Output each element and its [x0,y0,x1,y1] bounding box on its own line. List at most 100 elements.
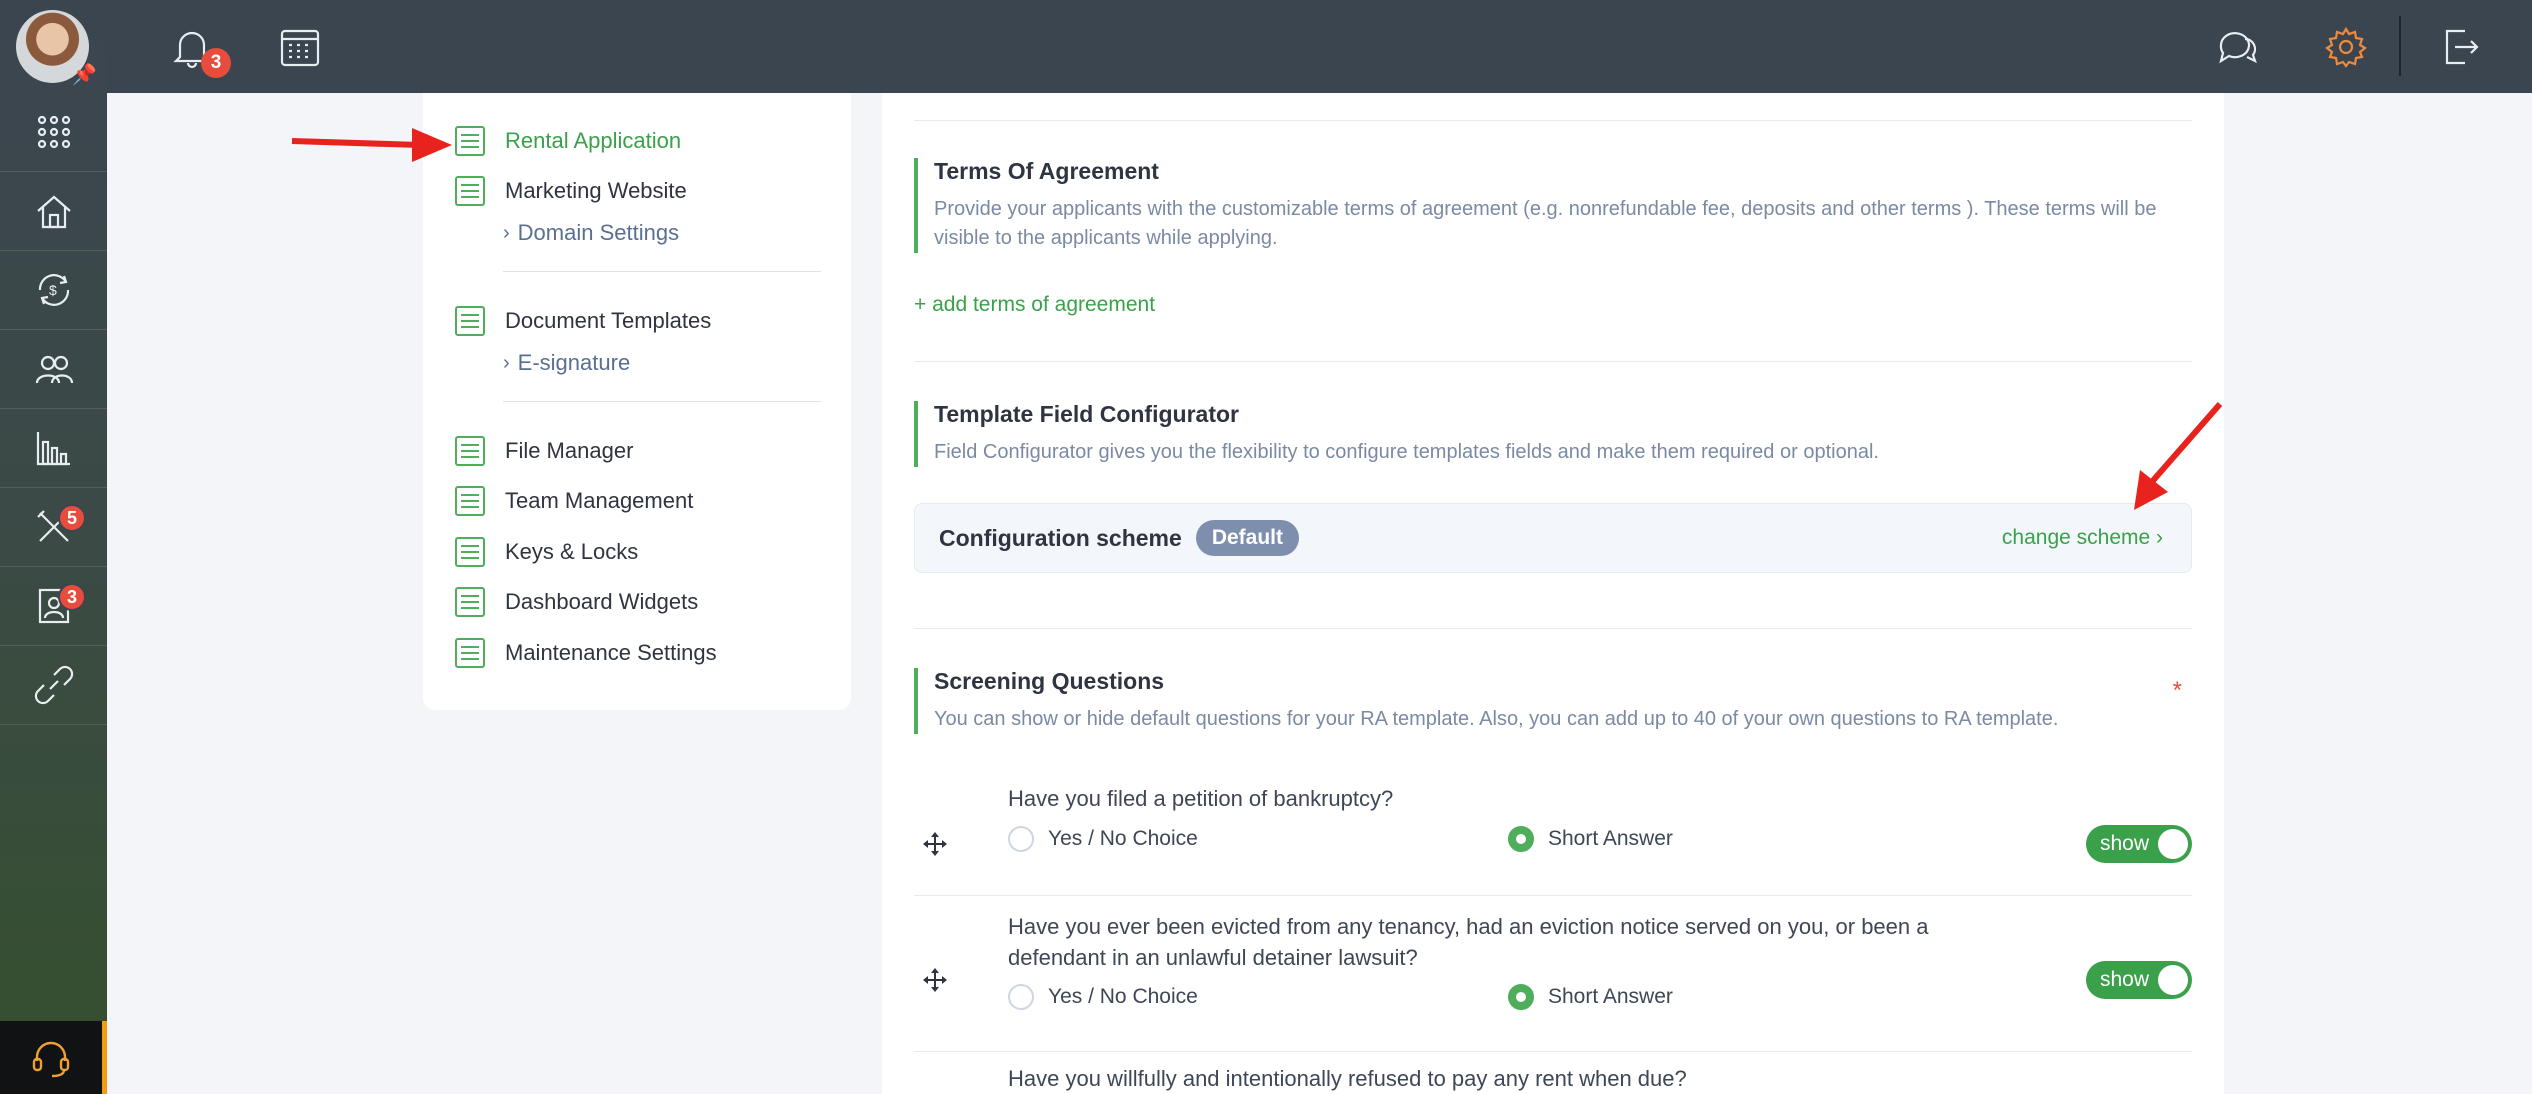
radio-button[interactable] [1008,826,1034,852]
section-description: Field Configurator gives you the flexibi… [934,441,1879,463]
section-title: Screening Questions [934,668,1165,694]
screening-question: Have you filed a petition of bankruptcy?… [914,783,2192,883]
option-label: Short Answer [1548,985,1673,1008]
option-short-answer[interactable]: Short Answer [1508,984,1673,1010]
nav-label: Rental Application [505,128,682,153]
main-content: Terms Of Agreement Provide your applican… [882,93,2224,1094]
toggle-label: show [2100,968,2150,991]
sidebar-badge-tools: 5 [58,504,86,532]
option-short-answer[interactable]: Short Answer [1508,826,1673,852]
configuration-scheme-box: Configuration scheme Default change sche… [914,503,2192,573]
section-divider [914,361,2192,362]
section-description: You can show or hide default questions f… [934,708,2059,730]
nav-label: Keys & Locks [505,539,639,564]
key-icon [455,537,485,567]
option-label: Yes / No Choice [1048,827,1198,850]
logout-icon [2445,29,2479,65]
users-icon [35,355,73,384]
radio-button[interactable] [1008,984,1034,1010]
nav-item-dashboard-widgets[interactable]: Dashboard Widgets [455,582,698,622]
sidebar-item-properties[interactable] [0,172,107,251]
option-label: Short Answer [1548,827,1673,850]
nav-item-maintenance-settings[interactable]: Maintenance Settings [455,633,717,673]
nav-item-keys-locks[interactable]: Keys & Locks [455,532,638,572]
annotation-arrow-left [291,128,452,162]
sidebar-item-integrations[interactable] [0,646,107,725]
chat-icon [2219,32,2257,64]
show-toggle[interactable]: show [2086,825,2192,863]
question-text: Have you filed a petition of bankruptcy? [1008,786,1394,811]
question-text: Have you ever been evicted from any tena… [1008,914,1929,970]
option-yes-no[interactable]: Yes / No Choice [1008,984,1198,1010]
nav-label: Maintenance Settings [505,640,717,665]
sidebar-item-maintenance[interactable]: 5 [0,488,107,567]
option-yes-no[interactable]: Yes / No Choice [1008,826,1198,852]
radio-button[interactable] [1508,826,1534,852]
drag-handle-icon[interactable] [922,967,948,993]
add-terms-link[interactable]: + add terms of agreement [914,293,1155,317]
logout-button[interactable] [2434,20,2488,74]
image-icon [455,176,485,206]
screening-section: Screening Questions You can show or hide… [914,668,2192,734]
nav-sub-e-signature[interactable]: › E-signature [503,350,630,376]
nav-label: Document Templates [505,308,712,333]
settings-nav: Rental Application Marketing Website › D… [423,93,851,710]
gear-icon [2325,26,2367,68]
nav-label: Marketing Website [505,178,687,203]
nav-label: File Manager [505,438,634,463]
question-divider [914,1051,2192,1052]
sidebar-item-apps[interactable] [0,93,107,172]
scheme-label: Configuration scheme [939,524,1182,551]
sidebar-item-people[interactable] [0,330,107,409]
maintenance-gear-icon [455,638,485,668]
sidebar-item-contacts[interactable]: 3 [0,567,107,646]
nav-item-file-manager[interactable]: File Manager [455,431,633,471]
question-divider [914,895,2192,896]
bar-chart-icon [36,432,70,466]
chevron-right-icon: › [503,221,510,244]
nav-sub-label: E-signature [517,350,631,375]
house-icon [36,195,71,229]
annotation-arrow-right [2134,402,2223,510]
configurator-section: Template Field Configurator Field Config… [914,401,2192,467]
section-title: Terms Of Agreement [934,158,1159,184]
nav-item-marketing-website[interactable]: Marketing Website [455,171,687,211]
radio-button[interactable] [1508,984,1534,1010]
calendar-icon [280,29,320,67]
show-toggle[interactable]: show [2086,961,2192,999]
option-label: Yes / No Choice [1048,985,1198,1008]
support-button[interactable] [0,1021,107,1094]
team-icon [455,486,485,516]
widgets-icon [455,587,485,617]
topbar-divider [2399,16,2401,76]
nav-sub-label: Domain Settings [517,220,680,245]
sidebar-item-payments[interactable]: $ [0,251,107,330]
grid-icon [37,115,70,149]
chat-button[interactable] [2210,20,2264,74]
svg-text:$: $ [49,282,57,298]
drag-handle-icon[interactable] [922,831,948,857]
settings-button[interactable] [2319,20,2373,74]
sidebar-item-reports[interactable] [0,409,107,488]
main-sidebar: 📌 $ 5 3 [0,0,107,1094]
section-divider [914,120,2192,121]
money-cycle-icon: $ [38,274,69,306]
user-avatar[interactable]: 📌 [16,10,97,86]
calendar-button[interactable] [273,20,327,74]
change-scheme-link[interactable]: change scheme › [2002,526,2163,550]
screening-question: Have you willfully and intentionally ref… [914,1066,2192,1094]
document-icon [455,306,485,336]
sidebar-badge-contacts: 3 [58,583,86,611]
nav-item-document-templates[interactable]: Document Templates [455,301,711,341]
nav-label: Team Management [505,488,694,513]
pin-icon[interactable]: 📌 [72,62,97,87]
link-icon [34,665,73,705]
nav-item-rental-application[interactable]: Rental Application [455,121,681,161]
nav-item-team-management[interactable]: Team Management [455,481,693,521]
notifications-badge: 3 [201,48,231,78]
screening-question: Have you ever been evicted from any tena… [914,911,2192,1041]
nav-sub-domain-settings[interactable]: › Domain Settings [503,220,679,246]
headset-icon [32,1041,70,1077]
nav-divider [503,271,821,272]
nav-divider [503,401,821,402]
